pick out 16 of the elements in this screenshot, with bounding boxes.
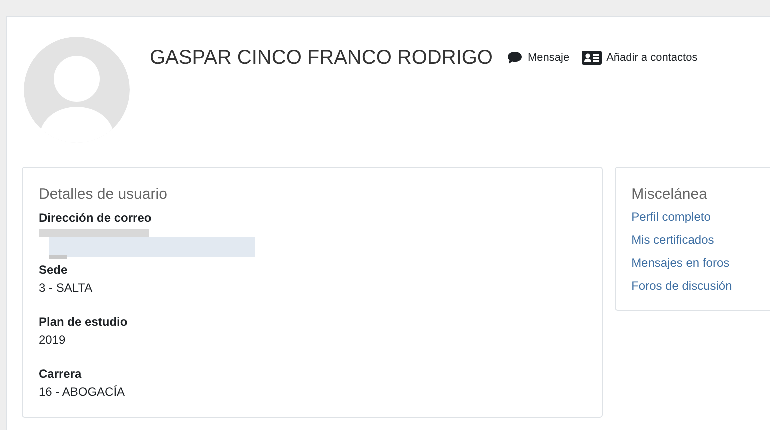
field-value: 3 - SALTA [39, 280, 94, 297]
message-link[interactable]: Mensaje [507, 50, 570, 66]
sidebar-link[interactable]: Foros de discusión [632, 278, 732, 295]
field-value: 2019 [39, 332, 67, 349]
card-title: Detalles de usuario [39, 186, 168, 205]
field-label: Plan de estudio [39, 314, 129, 331]
field-label: Dirección de correo [39, 210, 153, 227]
card-title: Miscelánea [632, 186, 708, 205]
sidebar-link[interactable]: Mis certificados [632, 232, 714, 249]
field-label: Carrera [39, 366, 83, 383]
sidebar-link[interactable]: Mensajes en foros [632, 254, 730, 272]
add-contact-link[interactable]: Añadir a contactos [582, 50, 698, 66]
user-name: GASPAR CINCO FRANCO RODRIGO [150, 46, 493, 71]
sidebar-link[interactable]: Perfil completo [632, 208, 711, 226]
field-label: Sede [39, 262, 69, 279]
field-value: 16 - ABOGACÍA [39, 384, 126, 401]
